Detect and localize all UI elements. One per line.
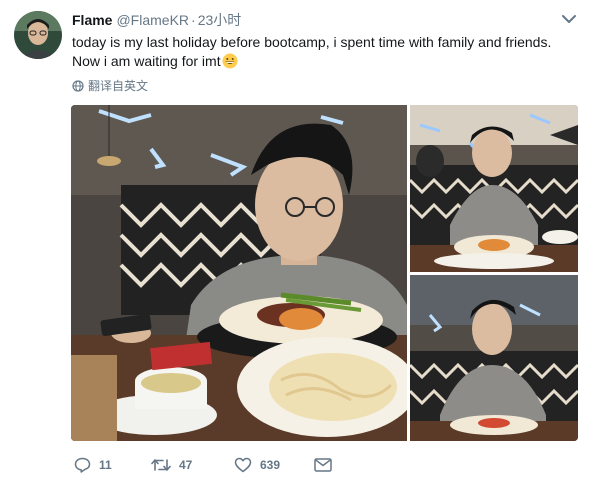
reply-button[interactable]: 11	[74, 455, 112, 475]
envelope-icon	[314, 458, 332, 472]
reply-count: 11	[99, 458, 112, 472]
reply-icon	[74, 457, 91, 473]
like-count: 639	[260, 458, 281, 472]
tweet-text-line-2-body: Now i am waiting for imt	[72, 53, 221, 69]
tweet-text: today is my last holiday before bootcamp…	[72, 33, 577, 71]
tweet-card[interactable]: Flame @FlameKR · 23小时 today is my last holi…	[0, 0, 592, 481]
translate-label[interactable]: 翻译自英文	[88, 78, 148, 94]
retweet-button[interactable]: 47	[151, 455, 192, 475]
display-name[interactable]: Flame	[72, 12, 112, 28]
heart-icon	[234, 457, 252, 473]
avatar[interactable]	[14, 11, 62, 59]
like-button[interactable]: 639	[234, 455, 280, 475]
separator-dot: ·	[191, 12, 196, 28]
tweet-timestamp[interactable]: 23小时	[198, 12, 242, 28]
tweet-header: Flame @FlameKR · 23小时	[72, 11, 241, 29]
retweet-count: 47	[179, 458, 193, 472]
globe-icon	[72, 80, 84, 92]
photo-bottom-right[interactable]	[410, 275, 578, 441]
grinning-face-emoji-icon	[222, 53, 238, 69]
chevron-down-icon[interactable]	[562, 14, 576, 24]
translate-link[interactable]: 翻译自英文	[72, 78, 148, 94]
tweet-text-line-1: today is my last holiday before bootcamp…	[72, 34, 552, 50]
user-handle[interactable]: @FlameKR	[116, 12, 189, 28]
retweet-icon	[151, 459, 171, 471]
tweet-text-line-2: Now i am waiting for imt	[72, 52, 577, 71]
photo-top-right[interactable]	[410, 105, 578, 272]
photo-main[interactable]	[71, 105, 407, 441]
media-grid	[71, 105, 578, 441]
direct-message-button[interactable]	[314, 455, 340, 475]
